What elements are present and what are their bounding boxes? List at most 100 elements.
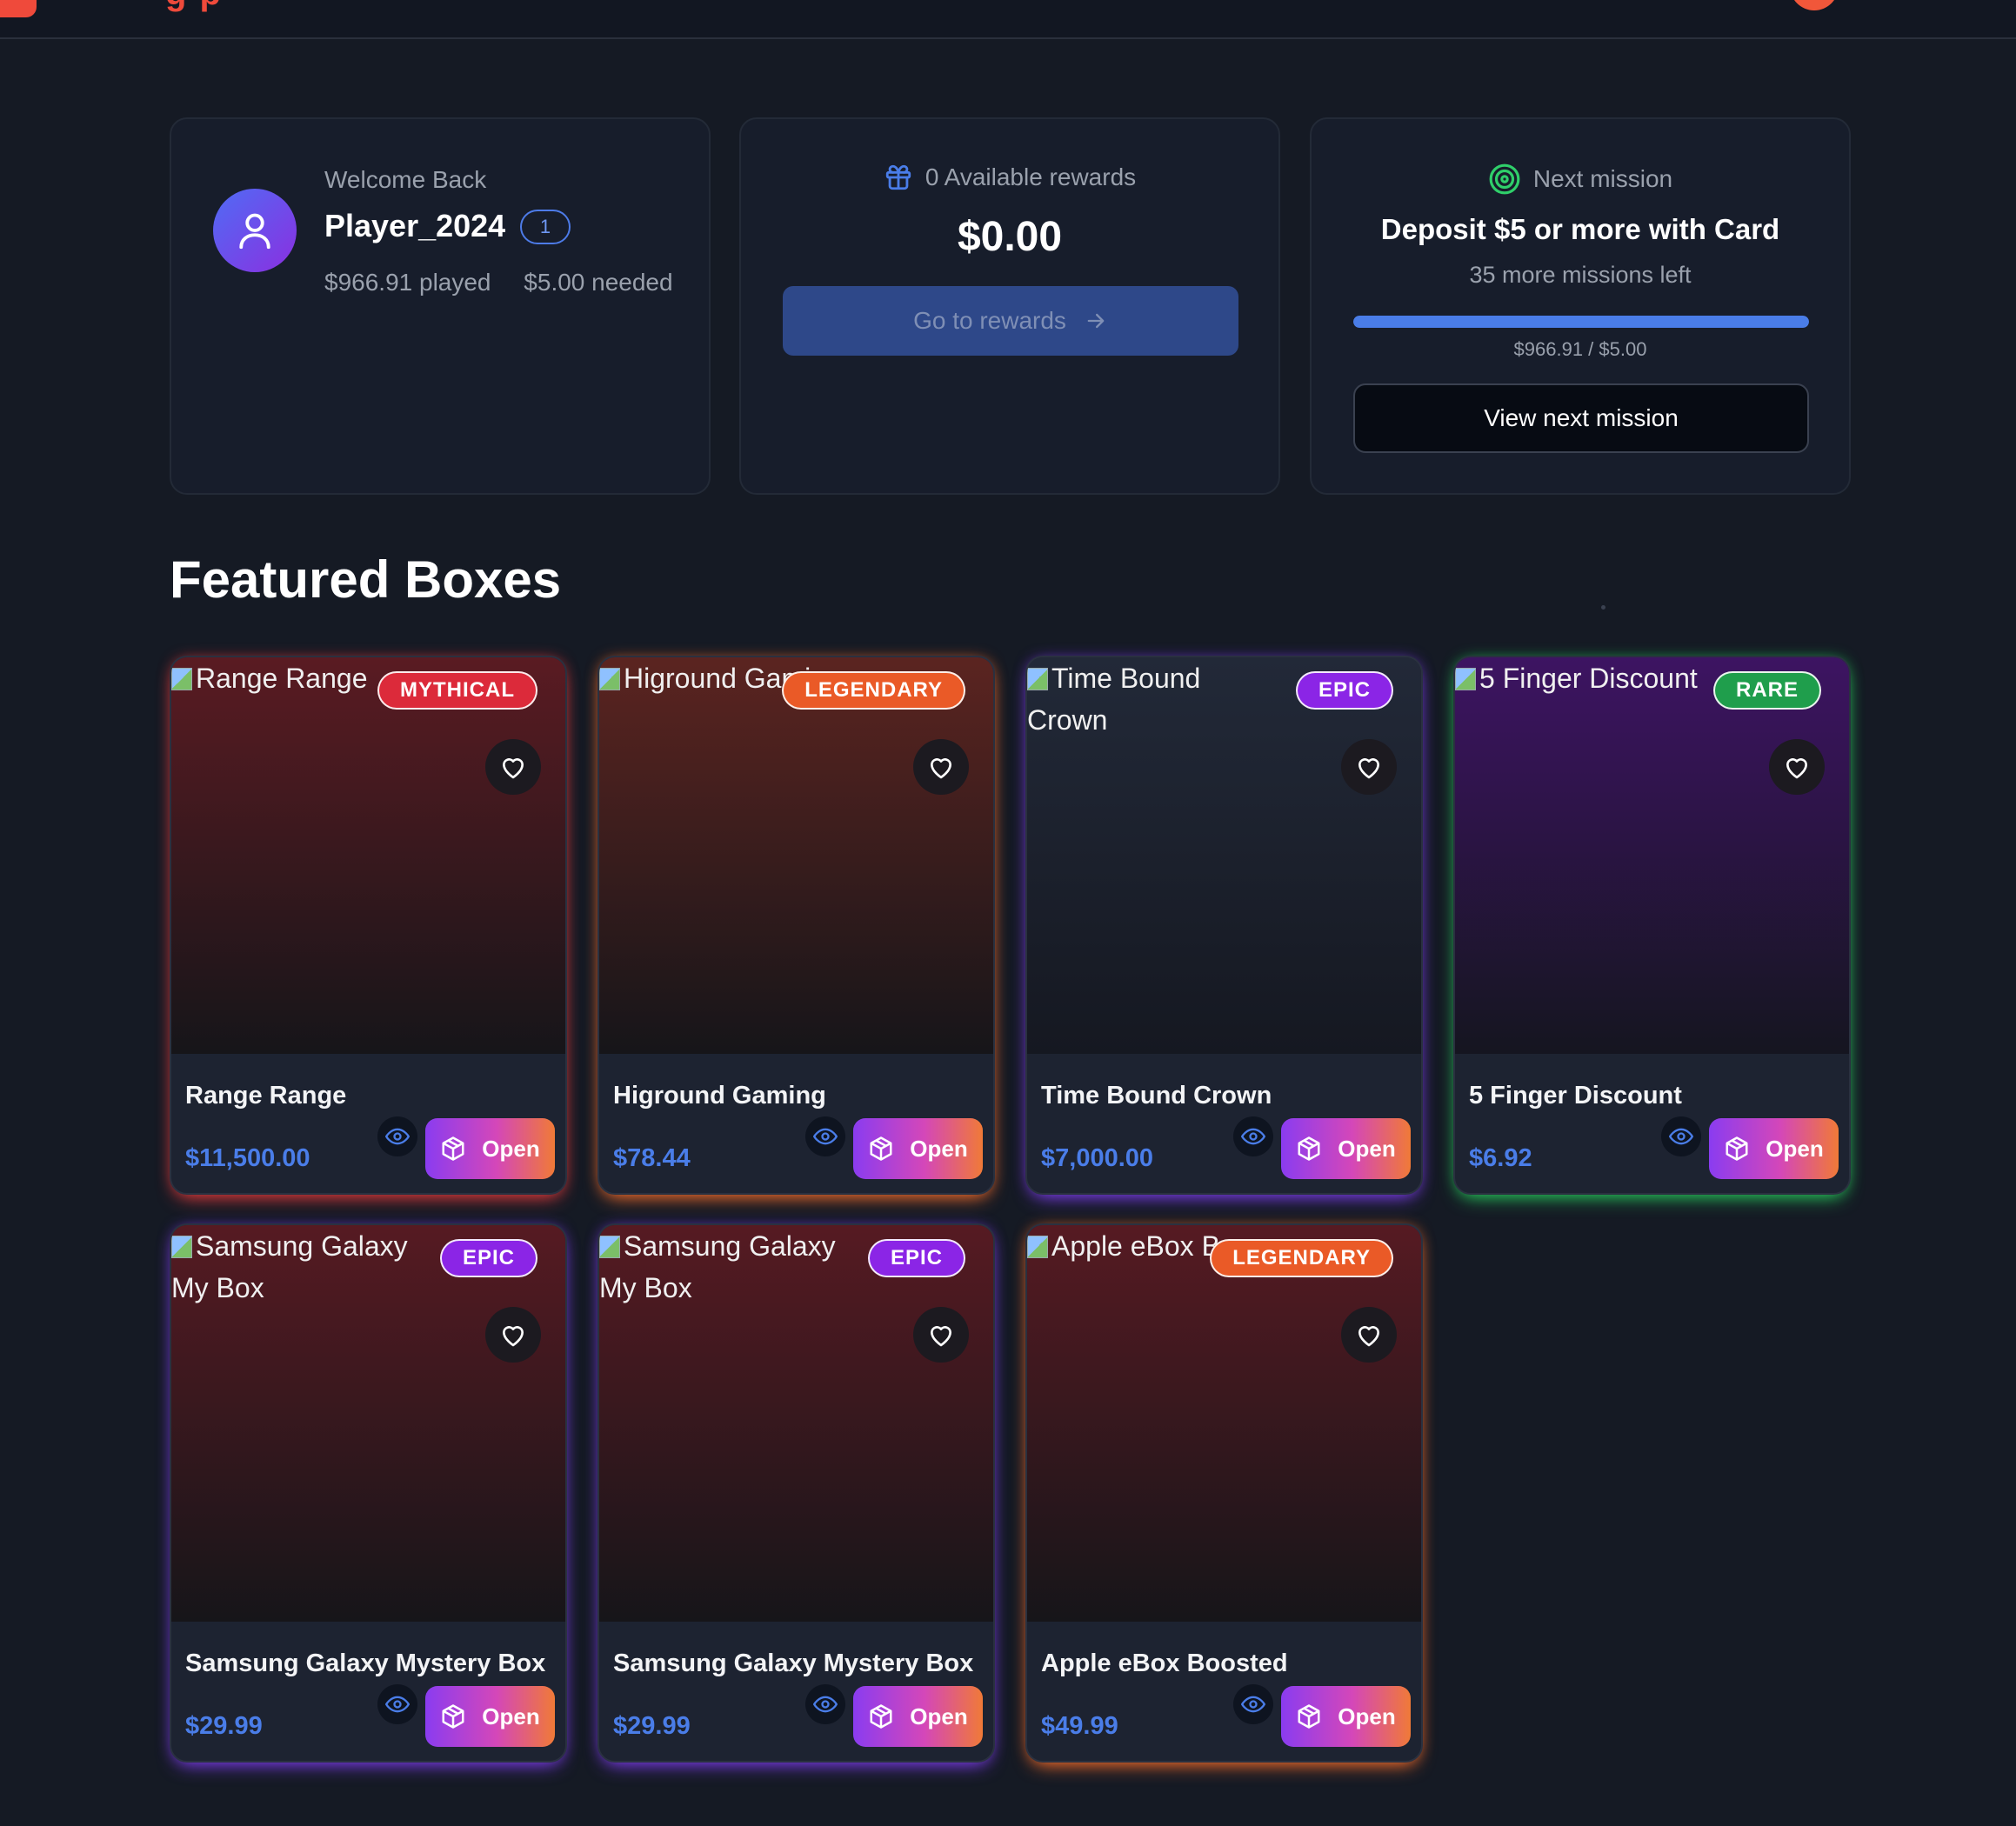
available-rewards-text: 0 Available rewards (925, 163, 1137, 190)
broken-image-icon (1027, 668, 1048, 690)
box-image[interactable]: Apple eBox Bo (1027, 1225, 1421, 1622)
box-icon (1296, 1136, 1322, 1162)
preview-button[interactable] (1661, 1116, 1701, 1156)
box-card[interactable]: Time Bound Crown EPIC Time Bound Crown $7,0… (1025, 656, 1423, 1195)
next-mission-label: Next mission (1532, 165, 1673, 192)
box-image-alt-text: Samsung Galaxy My Box (599, 1230, 836, 1303)
open-box-button[interactable]: Open (1709, 1118, 1839, 1179)
box-image-alt-text: Time Bound Crown (1027, 663, 1201, 736)
box-icon (868, 1136, 894, 1162)
box-card[interactable]: Samsung Galaxy My Box EPIC Samsung Galaxy … (170, 1223, 567, 1763)
eye-icon (385, 1128, 410, 1145)
preview-button[interactable] (1233, 1116, 1273, 1156)
box-image-alt: 5 Finger Discount (1455, 657, 1716, 699)
box-price: $7,000.00 (1041, 1144, 1154, 1172)
broken-image-icon (599, 668, 620, 690)
box-icon (440, 1136, 466, 1162)
open-box-button[interactable]: Open (1281, 1118, 1411, 1179)
go-to-rewards-button[interactable]: Go to rewards (783, 286, 1238, 356)
open-box-button[interactable]: Open (1281, 1686, 1411, 1747)
box-card[interactable]: 5 Finger Discount RARE 5 Finger Discount $6… (1453, 656, 1851, 1195)
eye-icon (1241, 1128, 1265, 1145)
favorite-button[interactable] (1341, 739, 1397, 795)
box-card[interactable]: Apple eBox Bo LEGENDARY Apple eBox Boosted… (1025, 1223, 1423, 1763)
favorite-button[interactable] (1341, 1307, 1397, 1363)
favorite-button[interactable] (913, 739, 969, 795)
favorite-button[interactable] (913, 1307, 969, 1363)
open-box-label: Open (482, 1135, 540, 1162)
eye-icon (813, 1128, 838, 1145)
preview-button[interactable] (1233, 1684, 1273, 1724)
open-box-button[interactable]: Open (425, 1686, 555, 1747)
rarity-badge: RARE (1712, 671, 1821, 710)
heart-icon (927, 1322, 955, 1348)
heart-icon (499, 754, 527, 780)
box-image[interactable]: Samsung Galaxy My Box (599, 1225, 993, 1622)
broken-image-icon (171, 668, 192, 690)
open-box-button[interactable]: Open (853, 1686, 983, 1747)
heart-icon (1355, 754, 1383, 780)
box-card[interactable]: Samsung Galaxy My Box EPIC Samsung Galaxy … (597, 1223, 995, 1763)
preview-button[interactable] (377, 1684, 417, 1724)
target-icon (1489, 163, 1520, 195)
box-price: $11,500.00 (185, 1144, 310, 1172)
brand-logo-mark[interactable] (0, 0, 37, 17)
box-price: $29.99 (185, 1712, 263, 1740)
box-image[interactable]: Samsung Galaxy My Box (171, 1225, 565, 1622)
box-card[interactable]: Higround Gami LEGENDARY Higround Gaming $78… (597, 656, 995, 1195)
box-icon (440, 1703, 466, 1729)
box-image-alt: Samsung Galaxy My Box (599, 1225, 860, 1309)
decorative-dot (1601, 605, 1605, 610)
favorite-button[interactable] (1769, 739, 1825, 795)
box-image-alt-text: Apple eBox Bo (1051, 1230, 1236, 1262)
welcome-panel: Welcome Back Player_2024 1 $966.91 playe… (170, 117, 711, 495)
box-icon (1724, 1136, 1750, 1162)
heart-icon (927, 754, 955, 780)
gift-icon (885, 164, 911, 190)
heart-icon (499, 1322, 527, 1348)
view-next-mission-button[interactable]: View next mission (1353, 383, 1809, 453)
top-nav-bar: g p (0, 0, 2016, 39)
box-image[interactable]: 5 Finger Discount (1455, 657, 1849, 1054)
preview-button[interactable] (805, 1116, 845, 1156)
featured-boxes-title: Featured Boxes (170, 550, 562, 609)
box-name: Higround Gaming (613, 1082, 826, 1110)
box-name: Apple eBox Boosted (1041, 1649, 1288, 1677)
reward-amount: $0.00 (957, 214, 1063, 260)
heart-icon (1783, 754, 1811, 780)
box-image[interactable]: Time Bound Crown (1027, 657, 1421, 1054)
available-rewards-row: 0 Available rewards (741, 163, 1278, 192)
open-box-label: Open (910, 1703, 968, 1729)
mission-title: Deposit $5 or more with Card (1380, 213, 1780, 245)
box-name: 5 Finger Discount (1469, 1082, 1682, 1110)
box-icon (868, 1703, 894, 1729)
mission-progress-fill (1353, 316, 1809, 328)
preview-button[interactable] (377, 1116, 417, 1156)
box-image[interactable]: Higround Gami (599, 657, 993, 1054)
user-menu-avatar[interactable] (1790, 0, 1839, 10)
played-amount: $966.91 played (324, 269, 491, 296)
box-name: Range Range (185, 1082, 347, 1110)
arrow-right-icon (1087, 313, 1105, 329)
open-box-button[interactable]: Open (425, 1118, 555, 1179)
user-icon (239, 213, 270, 250)
box-price: $29.99 (613, 1712, 691, 1740)
rewards-panel: 0 Available rewards $0.00 Go to rewards (739, 117, 1280, 495)
eye-icon (1669, 1128, 1693, 1145)
missions-remaining: 35 more missions left (1469, 262, 1692, 288)
player-stats: $966.91 played $5.00 needed (324, 269, 673, 297)
box-image[interactable]: Range Range (171, 657, 565, 1054)
brand-logo-text[interactable]: g p (165, 0, 223, 13)
favorite-button[interactable] (485, 739, 541, 795)
preview-button[interactable] (805, 1684, 845, 1724)
box-name: Samsung Galaxy Mystery Box (613, 1649, 974, 1677)
box-card[interactable]: Range Range MYTHICAL Range Range $11,500.00… (170, 656, 567, 1195)
eye-icon (1241, 1696, 1265, 1713)
open-box-button[interactable]: Open (853, 1118, 983, 1179)
box-icon (1296, 1703, 1322, 1729)
favorite-button[interactable] (485, 1307, 541, 1363)
eye-icon (385, 1696, 410, 1713)
box-image-alt: Time Bound Crown (1027, 657, 1288, 741)
box-price: $49.99 (1041, 1712, 1118, 1740)
open-box-label: Open (482, 1703, 540, 1729)
